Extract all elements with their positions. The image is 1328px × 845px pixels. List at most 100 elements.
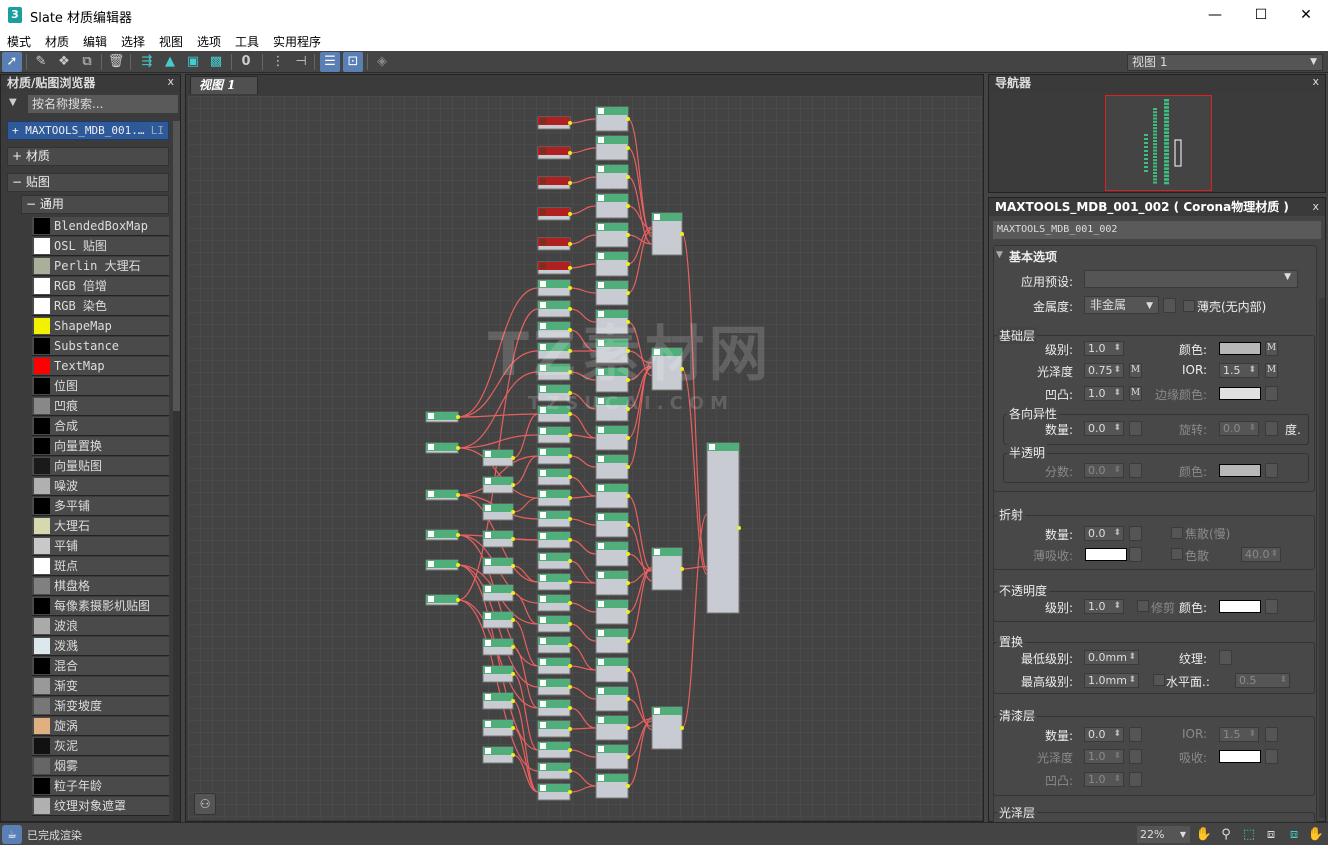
- node-thumbnail[interactable]: [540, 281, 546, 287]
- node-thumbnail[interactable]: [540, 470, 546, 476]
- abbe-spinner[interactable]: 40.0: [1241, 547, 1281, 562]
- opacity-level-spinner[interactable]: 1.0: [1084, 599, 1124, 614]
- layout-icon[interactable]: ⋮: [268, 52, 288, 72]
- minimap-node[interactable]: [1164, 146, 1169, 149]
- teapot-icon[interactable]: ☕: [2, 825, 22, 844]
- aniso-amount-spinner[interactable]: 0.0: [1084, 421, 1124, 436]
- map-node[interactable]: [483, 639, 515, 655]
- map-node[interactable]: [596, 223, 630, 247]
- minimap-node[interactable]: [1144, 158, 1148, 160]
- minimap-node[interactable]: [1144, 150, 1148, 152]
- browser-options-triangle-icon[interactable]: ▼: [9, 97, 17, 108]
- node-thumbnail[interactable]: [598, 340, 604, 346]
- zoom-icon[interactable]: ⚲: [1217, 826, 1235, 843]
- node-output-socket[interactable]: [456, 598, 460, 602]
- pan-to-selected-icon[interactable]: ✋: [1307, 826, 1325, 843]
- node-output-socket[interactable]: [511, 726, 515, 730]
- map-node[interactable]: [426, 443, 460, 453]
- map-list-item[interactable]: Perlin 大理石: [32, 257, 169, 276]
- material-name-input[interactable]: MAXTOOLS_MDB_001_002: [993, 221, 1321, 239]
- node-thumbnail[interactable]: [598, 514, 604, 520]
- maximize-button[interactable]: ☐: [1238, 0, 1284, 30]
- map-node[interactable]: [538, 532, 572, 548]
- node-thumbnail[interactable]: [540, 638, 546, 644]
- node-thumbnail[interactable]: [598, 746, 604, 752]
- minimap-node[interactable]: [1144, 142, 1148, 144]
- minimap-final-node[interactable]: [1175, 140, 1181, 166]
- node-thumbnail[interactable]: [598, 485, 604, 491]
- minimap-node[interactable]: [1153, 178, 1157, 180]
- map-node[interactable]: [538, 679, 572, 695]
- minimap-node[interactable]: [1153, 153, 1157, 155]
- node-output-socket[interactable]: [626, 291, 630, 295]
- node-output-socket[interactable]: [626, 349, 630, 353]
- group-maps[interactable]: − 贴图: [7, 173, 169, 192]
- node-output-socket[interactable]: [626, 784, 630, 788]
- minimap-node[interactable]: [1153, 111, 1157, 113]
- map-node[interactable]: [538, 553, 572, 569]
- node-output-socket[interactable]: [511, 510, 515, 514]
- map-node[interactable]: [483, 450, 515, 466]
- map-list-item[interactable]: 渐变: [32, 677, 169, 696]
- translucency-color-map-button[interactable]: [1265, 463, 1278, 478]
- node-output-socket[interactable]: [680, 567, 684, 571]
- node-thumbnail[interactable]: [598, 137, 604, 143]
- water-level-spinner[interactable]: 0.5: [1235, 673, 1290, 688]
- minimap-node[interactable]: [1144, 162, 1148, 164]
- delete-icon[interactable]: 🗑: [106, 52, 126, 72]
- clearcoat-ior-map-button[interactable]: [1265, 727, 1278, 742]
- put-to-scene-icon[interactable]: ⧉: [77, 52, 97, 72]
- menu-options[interactable]: 选项: [197, 33, 221, 50]
- node-thumbnail[interactable]: [540, 323, 546, 329]
- node-output-socket[interactable]: [626, 378, 630, 382]
- map-node[interactable]: [538, 147, 572, 159]
- map-node[interactable]: [538, 721, 572, 737]
- minimap-node[interactable]: [1144, 166, 1148, 168]
- clearcoat-bump-spinner[interactable]: 1.0: [1084, 772, 1124, 787]
- node-thumbnail[interactable]: [485, 640, 491, 646]
- node-canvas[interactable]: TZ素材网 TZSUCAI.COM ⚇: [188, 96, 982, 820]
- node-thumbnail[interactable]: [598, 311, 604, 317]
- menu-mode[interactable]: 模式: [7, 33, 31, 50]
- node-output-socket[interactable]: [568, 496, 572, 500]
- minimap-node[interactable]: [1164, 131, 1169, 134]
- map-list-item[interactable]: 棋盘格: [32, 577, 169, 596]
- clearcoat-bump-map-button[interactable]: [1129, 772, 1142, 787]
- map-node[interactable]: [538, 280, 572, 296]
- node-thumbnail[interactable]: [540, 596, 546, 602]
- node-thumbnail[interactable]: [598, 224, 604, 230]
- map-node[interactable]: [652, 348, 684, 390]
- metalness-dropdown[interactable]: 非金属 ▼: [1084, 296, 1159, 314]
- node-output-socket[interactable]: [568, 643, 572, 647]
- map-node[interactable]: [596, 513, 630, 537]
- node-output-socket[interactable]: [626, 233, 630, 237]
- clearcoat-map-button[interactable]: [1129, 727, 1142, 742]
- disp-max-spinner[interactable]: 1.0mm: [1084, 673, 1139, 688]
- minimap-node[interactable]: [1164, 103, 1169, 106]
- map-node[interactable]: [538, 343, 572, 359]
- map-node[interactable]: [426, 595, 460, 605]
- map-list-item[interactable]: 向量贴图: [32, 457, 169, 476]
- zoom-region-icon[interactable]: ⬚: [1240, 826, 1258, 843]
- menu-view[interactable]: 视图: [159, 33, 183, 50]
- node-output-socket[interactable]: [511, 564, 515, 568]
- minimap-node[interactable]: [1153, 118, 1157, 120]
- node-thumbnail[interactable]: [540, 449, 546, 455]
- map-node[interactable]: [538, 208, 572, 220]
- map-list-item[interactable]: 渐变坡度: [32, 697, 169, 716]
- minimap-node[interactable]: [1153, 127, 1157, 129]
- node-output-socket[interactable]: [511, 618, 515, 622]
- map-node[interactable]: [483, 720, 515, 736]
- node-thumbnail[interactable]: [540, 302, 546, 308]
- map-node[interactable]: [652, 213, 684, 255]
- minimap-node[interactable]: [1164, 171, 1169, 174]
- map-node[interactable]: [596, 281, 630, 305]
- refraction-amount-spinner[interactable]: 0.0: [1084, 526, 1124, 541]
- map-node[interactable]: [483, 585, 515, 601]
- eyedropper-icon[interactable]: ✎: [31, 52, 51, 72]
- opacity-color-swatch[interactable]: [1219, 600, 1261, 613]
- node-thumbnail[interactable]: [598, 398, 604, 404]
- node-output-socket[interactable]: [511, 537, 515, 541]
- map-node[interactable]: [538, 385, 572, 401]
- node-output-socket[interactable]: [626, 523, 630, 527]
